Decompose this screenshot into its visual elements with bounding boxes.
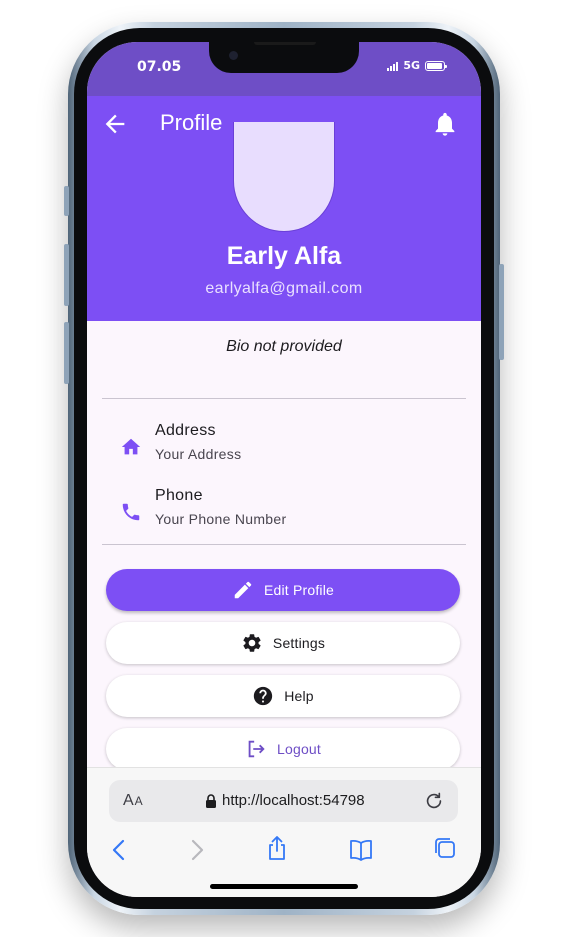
volume-down-button bbox=[64, 322, 69, 384]
share-icon[interactable] bbox=[264, 835, 290, 861]
page-title: Profile bbox=[160, 110, 223, 135]
signal-icon bbox=[387, 61, 399, 71]
user-email: earlyalfa@gmail.com bbox=[205, 280, 363, 297]
mute-switch bbox=[64, 186, 69, 216]
status-time: 07.05 bbox=[137, 59, 182, 75]
divider bbox=[102, 544, 466, 545]
bell-icon bbox=[435, 112, 455, 136]
front-camera bbox=[229, 51, 238, 60]
help-label: Help bbox=[284, 688, 314, 704]
bookmarks-icon[interactable] bbox=[348, 837, 374, 863]
logout-label: Logout bbox=[276, 741, 322, 757]
status-indicators: 5G bbox=[387, 59, 447, 72]
volume-up-button bbox=[64, 244, 69, 306]
lock-icon bbox=[206, 794, 216, 808]
notifications-button[interactable] bbox=[431, 110, 459, 138]
phone-icon bbox=[122, 503, 140, 521]
address-row[interactable]: Address Your Address bbox=[102, 422, 466, 476]
reload-icon[interactable] bbox=[423, 790, 445, 812]
browser-forward-icon[interactable] bbox=[183, 837, 209, 863]
home-indicator bbox=[210, 884, 358, 889]
address-label: Address bbox=[155, 422, 216, 439]
network-label: 5G bbox=[403, 59, 420, 72]
settings-label: Settings bbox=[272, 635, 326, 651]
settings-button[interactable]: Settings bbox=[106, 622, 460, 664]
logout-icon bbox=[248, 740, 265, 758]
bio-text: Bio not provided bbox=[226, 338, 342, 355]
reader-text-button[interactable]: AA bbox=[123, 792, 144, 810]
phone-screen: 07.05 5G Profile Early Alfa earlyalfa@gm… bbox=[87, 42, 481, 897]
notch bbox=[209, 42, 359, 73]
home-icon bbox=[121, 438, 141, 455]
edit-profile-button[interactable]: Edit Profile bbox=[106, 569, 460, 611]
help-button[interactable]: Help bbox=[106, 675, 460, 717]
battery-icon bbox=[425, 60, 447, 71]
address-bar[interactable]: AA http://localhost:54798 bbox=[109, 780, 458, 822]
edit-profile-label: Edit Profile bbox=[263, 582, 335, 598]
tabs-icon[interactable] bbox=[432, 835, 458, 861]
divider bbox=[102, 398, 466, 399]
phone-value: Your Phone Number bbox=[155, 511, 287, 527]
speaker-grille bbox=[254, 42, 316, 45]
gear-icon bbox=[243, 634, 261, 652]
browser-toolbar: AA http://localhost:54798 bbox=[87, 767, 481, 897]
phone-row[interactable]: Phone Your Phone Number bbox=[102, 487, 466, 541]
pencil-icon bbox=[234, 581, 252, 599]
avatar[interactable] bbox=[233, 122, 335, 232]
user-name: Early Alfa bbox=[226, 242, 342, 270]
phone-label: Phone bbox=[155, 487, 203, 504]
help-circle-icon bbox=[254, 686, 273, 706]
url-text: http://localhost:54798 bbox=[222, 792, 365, 809]
logout-button[interactable]: Logout bbox=[106, 728, 460, 770]
power-button bbox=[499, 264, 504, 360]
address-value: Your Address bbox=[155, 446, 242, 462]
browser-back-icon[interactable] bbox=[107, 837, 133, 863]
arrow-left-icon bbox=[105, 114, 125, 134]
back-button[interactable] bbox=[101, 110, 129, 138]
